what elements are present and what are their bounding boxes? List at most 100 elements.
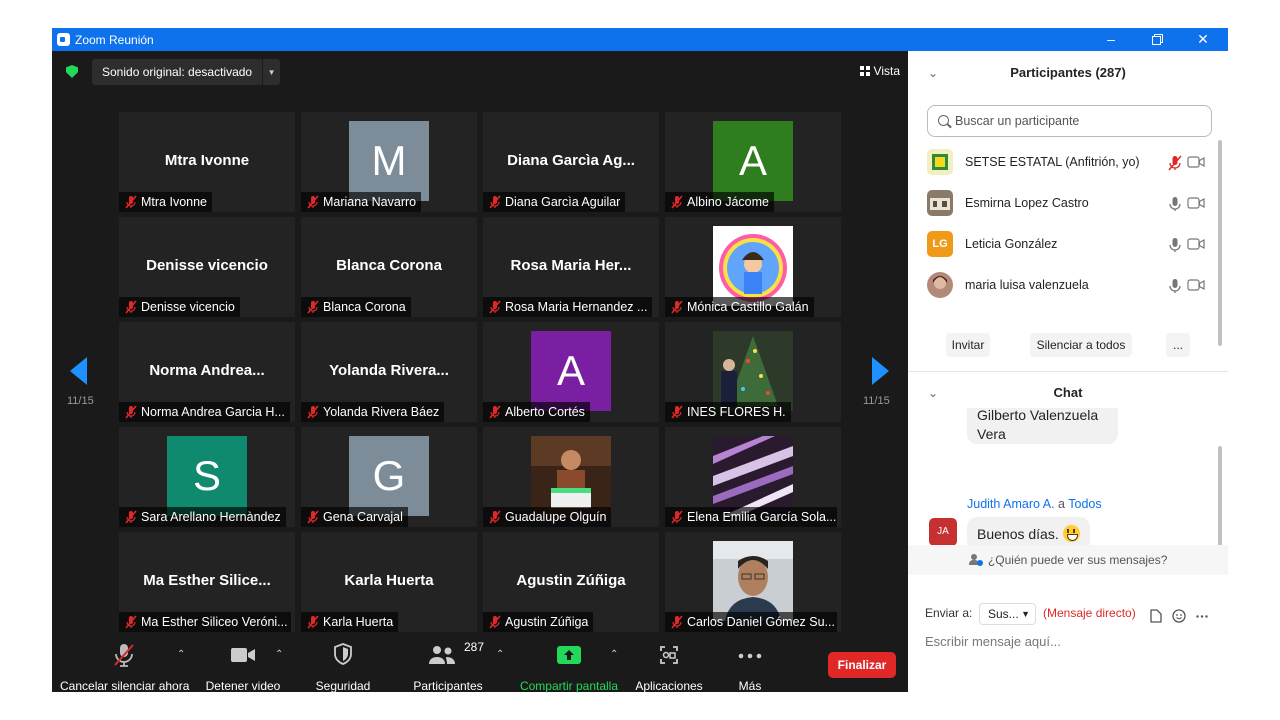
participant-list-scrollbar[interactable] (1218, 140, 1222, 346)
page-indicator-left: 11/15 (67, 395, 94, 407)
participant-video-tile[interactable]: Mónica Castillo Galán (665, 217, 841, 317)
participant-video-tile[interactable]: Elena Emilia García Sola... (665, 427, 841, 527)
participant-display-name: Rosa Maria Her... (510, 257, 632, 274)
participant-name: Alberto Cortés (505, 405, 585, 419)
apps-button[interactable]: Aplicaciones (630, 635, 708, 693)
participant-name: Elena Emilia García Sola... (687, 510, 837, 524)
next-page-arrow-icon[interactable] (872, 357, 889, 385)
original-sound-label[interactable]: Sonido original: desactivado (92, 59, 262, 85)
stop-video-label: Detener video (205, 679, 281, 693)
participant-video-tile[interactable]: Blanca Corona Blanca Corona (301, 217, 477, 317)
profile-photo-christmas-tree (713, 331, 793, 411)
video-camera-icon[interactable] (1187, 279, 1205, 291)
muted-microphone-icon (489, 510, 501, 524)
encryption-shield-icon[interactable] (66, 65, 78, 78)
microphone-icon[interactable] (1168, 196, 1182, 212)
participant-video-tile[interactable]: M Mariana Navarro (301, 112, 477, 212)
participant-display-name: Yolanda Rivera... (329, 362, 449, 379)
minimize-button[interactable]: – (1088, 28, 1134, 51)
participant-video-tile[interactable]: Norma Andrea... Norma Andrea Garcia H... (119, 322, 295, 422)
participant-display-name: Ma Esther Silice... (143, 572, 271, 589)
participant-video-tile[interactable]: Karla Huerta Karla Huerta (301, 532, 477, 632)
send-to-select[interactable]: Sus... ▼ (979, 603, 1036, 625)
chat-more-icon[interactable] (1196, 615, 1208, 618)
restore-button[interactable] (1134, 28, 1180, 51)
participant-video-tile[interactable]: S Sara Arellano Hernàndez (119, 427, 295, 527)
end-meeting-button[interactable]: Finalizar (828, 652, 896, 678)
video-camera-icon[interactable] (1187, 238, 1205, 250)
share-options-caret-icon[interactable]: ⌃ (610, 649, 618, 660)
participant-video-tile[interactable]: Carlos Daniel Gómez Su... (665, 532, 841, 632)
unmute-button[interactable]: Cancelar silenciar ahora (60, 635, 189, 693)
muted-microphone-icon (125, 300, 137, 314)
search-icon (938, 115, 949, 126)
participant-video-tile[interactable]: Agustin Zúñiga Agustin Zúñiga (483, 532, 659, 632)
previous-page-arrow-icon[interactable] (70, 357, 87, 385)
chat-recipient: Todos (1068, 497, 1102, 511)
collapse-chevron-icon[interactable]: ⌄ (928, 378, 938, 408)
emoji-icon[interactable] (1172, 609, 1186, 623)
participant-row[interactable]: maria luisa valenzuela (927, 265, 1207, 306)
chat-title: Chat (1053, 385, 1083, 400)
profile-photo-man (713, 541, 793, 621)
participant-video-tile[interactable]: A Albino Jácome (665, 112, 841, 212)
participant-display-name: Denisse vicencio (146, 257, 268, 274)
original-sound-control[interactable]: Sonido original: desactivado ▼ (92, 59, 281, 85)
muted-microphone-icon (307, 300, 319, 314)
participant-video-tile[interactable]: G Gena Carvajal (301, 427, 477, 527)
participant-avatar: LG (927, 231, 953, 257)
participants-header: ⌄ Participantes (287) (908, 58, 1228, 88)
participant-video-tile[interactable]: Ma Esther Silice... Ma Esther Siliceo Ver… (119, 532, 295, 632)
muted-microphone-icon[interactable] (1168, 155, 1182, 171)
file-icon[interactable] (1150, 609, 1162, 623)
participant-video-tile[interactable]: A Alberto Cortés (483, 322, 659, 422)
participant-list-name: Leticia González (965, 237, 1058, 251)
participant-video-tile[interactable]: Mtra Ivonne Mtra Ivonne (119, 112, 295, 212)
participant-display-name: Agustin Zúñiga (516, 572, 626, 589)
participants-button[interactable]: 287 Participantes (408, 635, 488, 693)
more-button[interactable]: Más (722, 635, 778, 693)
share-screen-button[interactable]: Compartir pantalla (518, 635, 620, 693)
participant-list-name: SETSE ESTATAL (Anfitrión, yo) (965, 155, 1140, 169)
who-can-see-messages[interactable]: ¿Quién puede ver sus mensajes? (908, 545, 1228, 575)
participant-row[interactable]: Esmirna Lopez Castro (927, 183, 1207, 224)
video-options-caret-icon[interactable]: ⌃ (275, 649, 283, 660)
chevron-down-icon[interactable]: ▼ (262, 59, 280, 85)
participant-video-tile[interactable]: Yolanda Rivera... Yolanda Rivera Báez (301, 322, 477, 422)
video-camera-icon[interactable] (1187, 156, 1205, 168)
security-label: Seguridad (315, 679, 371, 693)
mute-all-button[interactable]: Silenciar a todos (1030, 333, 1132, 357)
collapse-chevron-icon[interactable]: ⌄ (928, 58, 938, 88)
participant-name-tag: Mariana Navarro (301, 192, 422, 212)
invite-button[interactable]: Invitar (946, 333, 990, 357)
chat-message-input[interactable]: Escribir mensaje aquí... (925, 634, 1061, 649)
send-to-value: Sus... (988, 607, 1019, 621)
participant-video-tile[interactable]: Diana Garcìa Ag... Diana Garcìa Aguilar (483, 112, 659, 212)
chat-sender-name[interactable]: Judith Amaro A. (967, 497, 1055, 511)
window-title: Zoom Reunión (75, 33, 154, 47)
participant-video-tile[interactable]: Guadalupe Olguín (483, 427, 659, 527)
participants-more-button[interactable]: ... (1166, 333, 1190, 357)
view-button[interactable]: Vista (859, 64, 900, 78)
participant-row[interactable]: SETSE ESTATAL (Anfitrión, yo) (927, 142, 1207, 183)
participant-row[interactable]: LG Leticia González (927, 224, 1207, 265)
audio-options-caret-icon[interactable]: ⌃ (177, 649, 185, 660)
participant-video-tile[interactable]: INES FLORES H. (665, 322, 841, 422)
participant-video-tile[interactable]: Rosa Maria Her... Rosa Maria Hernandez ..… (483, 217, 659, 317)
video-camera-icon[interactable] (1187, 197, 1205, 209)
participants-options-caret-icon[interactable]: ⌃ (496, 649, 504, 660)
participant-name-tag: Mtra Ivonne (119, 192, 213, 212)
muted-microphone-icon (307, 195, 319, 209)
participant-avatar-photo (927, 272, 953, 298)
microphone-icon[interactable] (1168, 278, 1182, 294)
participant-search-input[interactable]: Buscar un participante (927, 105, 1212, 137)
participant-list-name: maria luisa valenzuela (965, 278, 1089, 292)
close-button[interactable]: ✕ (1180, 28, 1226, 51)
muted-microphone-icon (489, 195, 501, 209)
participant-name: Agustin Zúñiga (505, 615, 589, 629)
participant-video-tile[interactable]: Denisse vicencio Denisse vicencio (119, 217, 295, 317)
microphone-icon[interactable] (1168, 237, 1182, 253)
security-button[interactable]: Seguridad (306, 635, 380, 693)
stop-video-button[interactable]: Detener video (200, 635, 286, 693)
participant-display-name: Norma Andrea... (149, 362, 265, 379)
